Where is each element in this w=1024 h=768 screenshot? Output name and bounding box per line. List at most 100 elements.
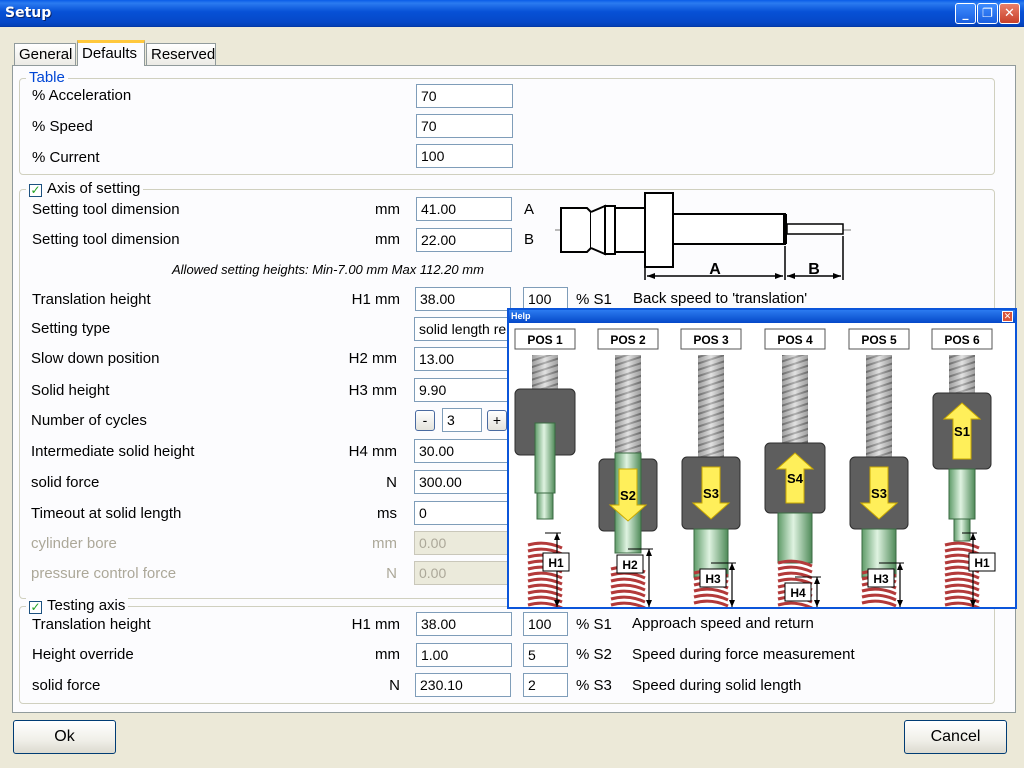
tool-dimension-a-input[interactable]: 41.00 [416, 197, 512, 221]
translation-height-input[interactable]: 38.00 [415, 287, 511, 311]
cycles-increment-button[interactable]: + [487, 410, 507, 431]
speed-label: % Speed [32, 118, 93, 135]
spring-coil [944, 583, 980, 592]
intermediate-solid-height-label: Intermediate solid height [31, 443, 195, 460]
height-override-unit: mm [375, 646, 400, 663]
height-override-label: Height override [32, 646, 134, 663]
cylinder-bore-label: cylinder bore [31, 535, 117, 552]
intermediate-solid-height-input[interactable]: 30.00 [414, 439, 510, 463]
pos-label: POS 1 [527, 333, 563, 347]
testing-translation-speed-input[interactable]: 100 [523, 612, 568, 636]
height-arrow-top [814, 577, 820, 584]
pressure-control-force-input: 0.00 [414, 561, 510, 585]
solid-height-input[interactable]: 9.90 [414, 378, 510, 402]
axis-of-setting-checkbox[interactable]: ✓ [29, 184, 42, 197]
cycles-input[interactable]: 3 [442, 408, 482, 432]
axis-of-setting-label: Axis of setting [47, 180, 141, 197]
diagram-label-b: B [808, 261, 820, 278]
solid-height-label: Solid height [31, 382, 110, 399]
pos-label: POS 6 [944, 333, 980, 347]
spindle-rod [777, 512, 813, 564]
testing-solid-force-input[interactable]: 230.10 [415, 673, 511, 697]
solid-force-input[interactable]: 300.00 [414, 470, 510, 494]
tab-defaults[interactable]: Defaults [77, 40, 145, 66]
slow-down-input[interactable]: 13.00 [414, 347, 510, 371]
spring-coil [610, 589, 646, 598]
tool-dimension-a-label: Setting tool dimension [32, 201, 180, 218]
spindle-rod [534, 422, 556, 494]
help-close-button[interactable]: ✕ [1002, 311, 1013, 322]
height-arrow-top [554, 533, 560, 540]
spring-coil [777, 601, 813, 607]
height-arrow-top [970, 533, 976, 540]
help-popup[interactable]: Help ✕ POS 1 H1 POS 2 S2 H2 POS 3 S3 H3 POS 4 S4 H… [507, 308, 1017, 609]
tool-dimension-b-input[interactable]: 22.00 [416, 228, 512, 252]
tool-dimension-b-label: Setting tool dimension [32, 231, 180, 248]
tab-reserved[interactable]: Reserved [146, 43, 216, 65]
help-title-bar[interactable]: Help [509, 310, 1015, 323]
pos-label: POS 4 [777, 333, 813, 347]
acceleration-label: % Acceleration [32, 87, 132, 104]
spring-coil [861, 593, 897, 602]
speed-label: S3 [703, 486, 719, 501]
speed-label: S1 [954, 424, 970, 439]
testing-translation-speed-desc: Approach speed and return [632, 615, 814, 632]
diagram-label-a: A [709, 261, 721, 278]
tool-dimension-b-tag: B [524, 231, 535, 248]
height-arrow-bottom [897, 600, 903, 607]
restore-button[interactable]: ❐ [977, 3, 998, 24]
cancel-button[interactable]: Cancel [904, 720, 1007, 754]
minimize-button[interactable]: _ [955, 3, 976, 24]
help-title: Help [511, 311, 531, 321]
tab-general[interactable]: General [14, 43, 76, 65]
height-arrow-top [729, 563, 735, 570]
screw-shade [698, 355, 724, 457]
testing-solid-force-speed-unit: % S3 [576, 677, 612, 694]
timeout-input[interactable]: 0 [414, 501, 510, 525]
speed-label: S3 [871, 486, 887, 501]
height-override-speed-input[interactable]: 5 [523, 643, 568, 667]
height-label: H3 [705, 572, 721, 586]
spindle-rod [948, 468, 976, 520]
slow-down-unit: H2 mm [348, 350, 397, 367]
current-label: % Current [32, 149, 100, 166]
testing-axis-checkbox[interactable]: ✓ [29, 601, 42, 614]
spring-coil [944, 577, 980, 586]
height-override-speed-desc: Speed during force measurement [632, 646, 855, 663]
cycles-decrement-button[interactable]: - [415, 410, 435, 431]
acceleration-input[interactable]: 70 [416, 84, 513, 108]
close-button[interactable]: ✕ [999, 3, 1020, 24]
spring-coil [861, 599, 897, 607]
window-title: Setup [5, 5, 52, 21]
testing-translation-height-unit: H1 mm [351, 616, 400, 633]
current-input[interactable]: 100 [416, 144, 513, 168]
tool-dimension-a-tag: A [524, 201, 535, 218]
height-override-input[interactable]: 1.00 [416, 643, 512, 667]
spring-coil [693, 593, 729, 602]
pressure-control-force-unit: N [386, 565, 397, 582]
height-arrow-top [897, 563, 903, 570]
height-arrow-bottom [646, 600, 652, 607]
testing-solid-force-speed-input[interactable]: 2 [523, 673, 568, 697]
ok-button[interactable]: Ok [13, 720, 116, 754]
speed-label: S4 [787, 471, 804, 486]
solid-force-unit: N [386, 474, 397, 491]
speed-input[interactable]: 70 [416, 114, 513, 138]
translation-height-unit: H1 mm [351, 291, 400, 308]
testing-translation-height-input[interactable]: 38.00 [416, 612, 512, 636]
pos-label: POS 2 [610, 333, 646, 347]
cylinder-bore-unit: mm [372, 535, 397, 552]
axis-of-setting-legend[interactable]: ✓ Axis of setting [26, 180, 144, 197]
testing-axis-legend[interactable]: ✓ Testing axis [26, 598, 129, 614]
height-arrow-bottom [814, 600, 820, 607]
title-bar[interactable]: Setup _ ❐ ✕ [0, 0, 1024, 27]
height-arrow-top [646, 549, 652, 556]
setting-type-label: Setting type [31, 320, 111, 337]
solid-height-unit: H3 mm [348, 382, 397, 399]
translation-speed-unit: % S1 [576, 291, 612, 308]
height-label: H1 [548, 556, 564, 570]
screw-shade [532, 355, 558, 389]
cycles-label: Number of cycles [31, 412, 147, 429]
intermediate-solid-height-unit: H4 mm [348, 443, 397, 460]
spring-coil [944, 541, 980, 550]
